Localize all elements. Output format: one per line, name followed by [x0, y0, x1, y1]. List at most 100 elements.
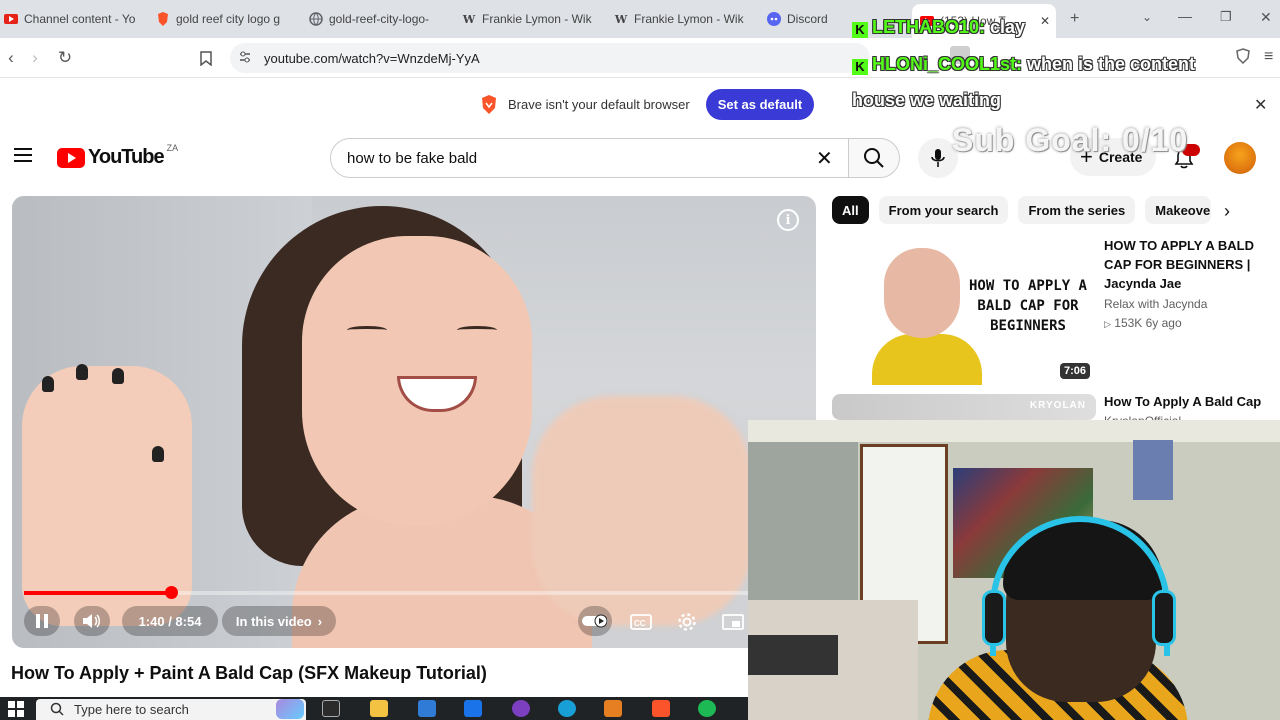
video-frame	[457, 326, 497, 334]
progress-fill	[24, 591, 171, 595]
microphone-icon	[931, 149, 945, 167]
chat-message: K LETHABO10: clay	[852, 17, 1025, 38]
site-settings-icon[interactable]	[238, 50, 252, 67]
chip-all[interactable]: All	[832, 196, 869, 224]
minimize-icon[interactable]: —	[1178, 8, 1192, 24]
video-player[interactable]: i 1:40 / 8:54 In this video › CC	[12, 196, 816, 648]
progress-bar[interactable]	[24, 586, 804, 599]
brave-icon[interactable]	[652, 700, 670, 717]
video-title: How To Apply + Paint A Bald Cap (SFX Mak…	[11, 663, 487, 683]
restore-icon[interactable]: ❐	[1220, 9, 1232, 25]
gear-icon	[678, 613, 696, 631]
pause-button[interactable]	[24, 606, 60, 636]
browser-menu-icon[interactable]: ≡	[1264, 48, 1273, 66]
browser-tab-strip: Channel content - Yo gold reef city logo…	[0, 0, 1280, 38]
suggestion-title[interactable]: How To Apply A Bald Cap	[1104, 392, 1264, 411]
spotify-icon[interactable]	[698, 700, 716, 717]
vlc-icon[interactable]	[604, 700, 622, 717]
play-count-icon: ▷	[1104, 319, 1111, 329]
app-icon[interactable]	[512, 700, 530, 717]
suggestion-title[interactable]: HOW TO APPLY A BALD CAP FOR BEGINNERS | …	[1104, 236, 1264, 293]
youtube-logo[interactable]: YouTube ZA	[57, 142, 179, 169]
webcam-overlay	[748, 420, 1280, 720]
miniplayer-button[interactable]	[720, 610, 746, 634]
task-view-icon[interactable]	[322, 700, 340, 717]
volume-icon	[83, 614, 100, 628]
reload-icon[interactable]: ↻	[54, 47, 76, 69]
default-browser-banner: Brave isn't your default browser Set as …	[480, 88, 815, 120]
headset-cup	[982, 590, 1006, 646]
browser-tab-gold-reef-search[interactable]: gold reef city logo g	[156, 6, 296, 32]
settings-button[interactable]	[674, 610, 700, 634]
related-filter-chips: All From your search From the series Mak…	[832, 196, 1212, 224]
windows-start-icon[interactable]	[8, 701, 24, 717]
thumbnail-text: KRYOLAN	[1029, 400, 1086, 411]
forward-arrow-icon[interactable]: ›	[24, 47, 46, 69]
chapters-button[interactable]: In this video ›	[222, 606, 336, 636]
search-input[interactable]: how to be fake bald	[330, 138, 850, 178]
close-tab-icon[interactable]: ✕	[1040, 14, 1050, 28]
suggestion-stats: ▷ 153K 6y ago	[1104, 316, 1182, 330]
taskbar-search-input[interactable]: Type here to search	[36, 699, 306, 720]
suggestion-thumbnail[interactable]: HOW TO APPLY A BALD CAP FOR BEGINNERS 7:…	[832, 236, 1096, 385]
chip-makeover[interactable]: Makeove	[1145, 196, 1212, 224]
close-window-icon[interactable]: ✕	[1260, 9, 1272, 26]
tab-search-chevron-icon[interactable]: ⌄	[1142, 10, 1152, 24]
miniplayer-icon	[722, 614, 744, 630]
chip-from-your-search[interactable]: From your search	[878, 196, 1009, 224]
pause-icon	[36, 614, 48, 628]
browser-tab-channel-content[interactable]: Channel content - Yo	[4, 6, 144, 32]
wikipedia-icon: W	[614, 12, 628, 26]
suggestion-thumbnail[interactable]: KRYOLAN	[832, 394, 1096, 420]
autoplay-toggle-icon	[582, 614, 608, 628]
info-icon[interactable]: i	[777, 209, 799, 231]
edge-icon[interactable]	[558, 700, 576, 717]
mail-icon[interactable]	[464, 700, 482, 717]
clear-search-icon[interactable]: ✕	[816, 146, 833, 171]
avatar[interactable]	[1224, 142, 1256, 174]
autoplay-toggle[interactable]	[578, 606, 612, 636]
back-arrow-icon[interactable]: ‹	[0, 47, 22, 69]
video-frame	[76, 364, 88, 380]
file-explorer-icon[interactable]	[370, 700, 388, 717]
captions-icon: CC	[630, 614, 652, 630]
suggestion-channel[interactable]: Relax with Jacynda	[1104, 297, 1207, 311]
search-button[interactable]	[848, 138, 900, 178]
search-highlight-icon	[276, 699, 304, 719]
brave-icon	[156, 12, 170, 26]
kick-icon: K	[852, 22, 868, 38]
new-tab-icon[interactable]: +	[1070, 10, 1079, 28]
browser-tab-discord[interactable]: Discord	[767, 6, 857, 32]
url-text: youtube.com/watch?v=WnzdeMj-YyA	[264, 50, 480, 66]
chevron-right-icon[interactable]: ›	[1224, 201, 1230, 222]
chat-text: when is the content	[1027, 54, 1196, 74]
brave-shield-icon[interactable]	[1236, 48, 1250, 69]
set-as-default-button[interactable]: Set as default	[705, 88, 815, 120]
browser-tab-gold-reef-logo[interactable]: gold-reef-city-logo-	[309, 6, 449, 32]
search-icon	[864, 148, 884, 168]
progress-scrubber[interactable]	[164, 586, 178, 599]
duration-badge: 7:06	[1059, 363, 1090, 379]
tab-label: Discord	[787, 12, 828, 26]
tab-label: gold-reef-city-logo-	[329, 12, 430, 26]
chevron-right-icon: ›	[317, 613, 323, 629]
volume-button[interactable]	[74, 606, 110, 636]
kick-icon: K	[852, 59, 868, 75]
chat-message-continued: house we waiting	[852, 90, 1001, 111]
bookmark-icon[interactable]	[195, 47, 217, 69]
chip-from-the-series[interactable]: From the series	[1018, 196, 1136, 224]
wikipedia-icon: W	[462, 12, 476, 26]
close-banner-icon[interactable]: ✕	[1254, 95, 1267, 115]
banner-message: Brave isn't your default browser	[508, 96, 690, 112]
chat-username: LETHABO10:	[872, 17, 986, 37]
search-icon	[50, 702, 64, 719]
youtube-play-icon	[57, 147, 85, 168]
webcam-desk	[748, 635, 838, 675]
hamburger-menu-icon[interactable]	[14, 148, 32, 162]
subtitles-button[interactable]: CC	[628, 610, 654, 634]
browser-tab-frankie-lymon-2[interactable]: W Frankie Lymon - Wik	[614, 6, 754, 32]
store-icon[interactable]	[418, 700, 436, 717]
address-bar[interactable]: youtube.com/watch?v=WnzdeMj-YyA	[230, 43, 870, 73]
browser-tab-frankie-lymon-1[interactable]: W Frankie Lymon - Wik	[462, 6, 602, 32]
country-code: ZA	[166, 142, 179, 153]
